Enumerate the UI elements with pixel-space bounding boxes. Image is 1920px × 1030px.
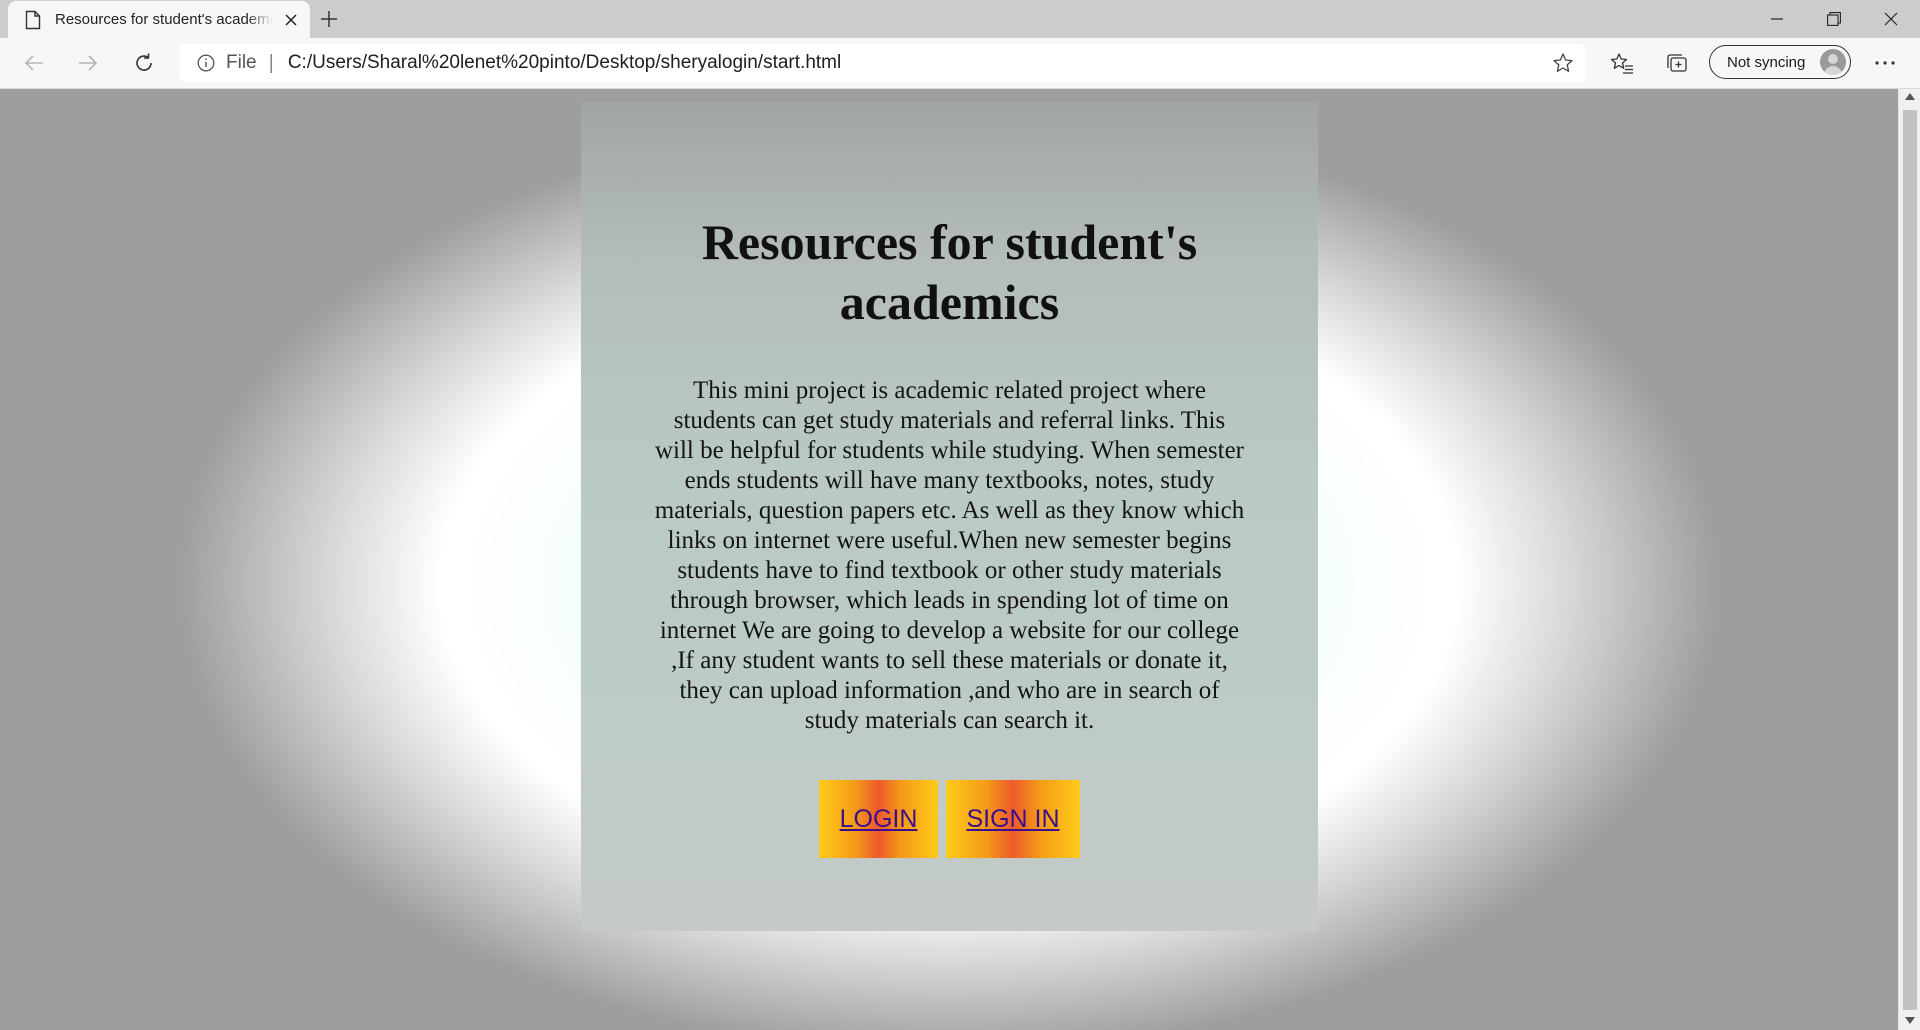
login-button[interactable]: LOGIN bbox=[819, 780, 938, 858]
action-buttons: LOGIN SIGN IN bbox=[819, 780, 1080, 858]
page-title: Resources for student's academics bbox=[701, 214, 1198, 330]
plus-icon[interactable] bbox=[316, 6, 342, 32]
sync-label: Not syncing bbox=[1727, 53, 1806, 71]
scroll-up-arrow-icon[interactable] bbox=[1905, 93, 1915, 100]
close-icon[interactable] bbox=[279, 8, 303, 32]
sign-in-button[interactable]: SIGN IN bbox=[946, 780, 1080, 858]
vertical-scrollbar[interactable] bbox=[1898, 89, 1920, 1030]
close-window-icon[interactable] bbox=[1862, 0, 1920, 38]
url-text[interactable]: C:/Users/Sharal%20lenet%20pinto/Desktop/… bbox=[288, 52, 841, 74]
browser-tab[interactable]: Resources for student's academics bbox=[8, 1, 310, 38]
scroll-down-arrow-icon[interactable] bbox=[1905, 1017, 1915, 1024]
title-bar: Resources for student's academics bbox=[0, 0, 1920, 38]
minimize-icon[interactable] bbox=[1748, 0, 1806, 38]
address-bar[interactable]: File | C:/Users/Sharal%20lenet%20pinto/D… bbox=[180, 44, 1586, 82]
url-scheme: File bbox=[226, 52, 257, 73]
info-icon[interactable] bbox=[196, 53, 216, 73]
back-icon[interactable] bbox=[18, 47, 50, 79]
scroll-thumb[interactable] bbox=[1903, 110, 1917, 1010]
content-panel: Resources for student's academics This m… bbox=[581, 102, 1318, 931]
browser-toolbar: File | C:/Users/Sharal%20lenet%20pinto/D… bbox=[0, 38, 1920, 89]
restore-icon[interactable] bbox=[1805, 0, 1863, 38]
page-viewport: Resources for student's academics This m… bbox=[0, 89, 1898, 1030]
star-icon[interactable] bbox=[1552, 52, 1574, 74]
sync-button[interactable]: Not syncing bbox=[1709, 45, 1851, 79]
document-icon bbox=[23, 10, 43, 30]
url-separator: | bbox=[268, 51, 274, 74]
profile-icon bbox=[1820, 49, 1846, 75]
refresh-icon[interactable] bbox=[128, 47, 160, 79]
more-icon[interactable] bbox=[1872, 51, 1898, 75]
project-description: This mini project is academic related pr… bbox=[654, 377, 1245, 734]
tab-title: Resources for student's academics bbox=[55, 11, 273, 28]
forward-icon[interactable] bbox=[72, 47, 104, 79]
collections-icon[interactable] bbox=[1664, 51, 1690, 75]
favorites-icon[interactable] bbox=[1609, 51, 1635, 75]
